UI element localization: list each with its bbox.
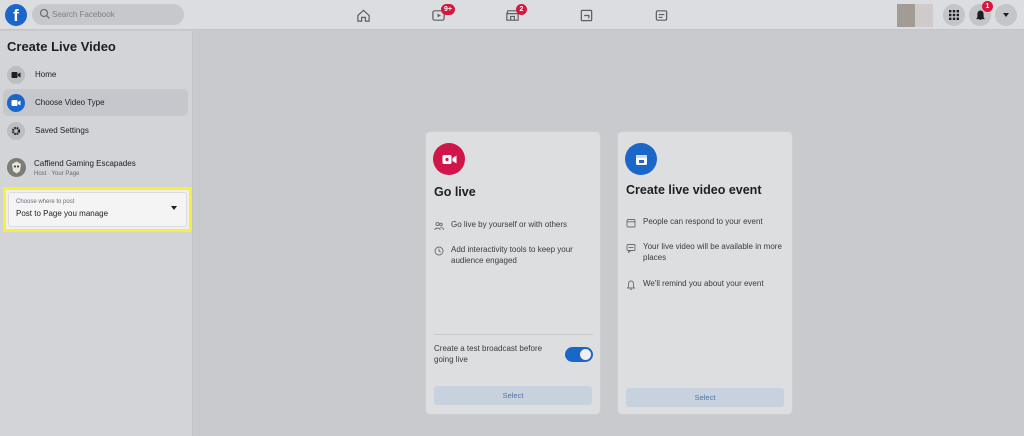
watch-badge: 9+ [441, 4, 455, 15]
go-live-card: Go live Go live by yourself or with othe… [425, 131, 601, 415]
sidebar-item-choose-video-type[interactable]: Choose Video Type [3, 89, 188, 116]
calendar-icon [625, 143, 657, 175]
caret-down-icon [171, 206, 177, 210]
test-broadcast-label: Create a test broadcast before going liv… [434, 344, 543, 364]
gaming-icon [655, 9, 667, 21]
profile-avatar[interactable] [897, 4, 933, 27]
post-destination-highlight: Choose where to post Post to Page you ma… [3, 187, 192, 232]
go-live-title: Go live [434, 185, 476, 199]
page-title: Create Live Video [7, 39, 116, 54]
feature-text: We'll remind you about your event [643, 279, 764, 288]
feature-text: Your live video will be available in mor… [643, 242, 782, 262]
notifications-button[interactable]: 1 [969, 1, 993, 26]
account-button[interactable] [995, 4, 1017, 26]
home-icon [356, 9, 370, 22]
sidebar-item-label: Saved Settings [35, 126, 89, 135]
select-label: Choose where to post [16, 199, 75, 205]
nav-gaming[interactable] [631, 0, 691, 30]
live-event-title: Create live video event [626, 183, 762, 197]
feature-text: People can respond to your event [643, 217, 763, 226]
sidebar-item-home[interactable]: Home [3, 61, 188, 88]
search-icon [39, 8, 50, 19]
test-broadcast-toggle[interactable] [565, 347, 593, 362]
sidebar-item-label: Home [35, 70, 57, 79]
nav-marketplace[interactable]: 2 [482, 0, 542, 30]
feature-item: We'll remind you about your event [626, 279, 786, 290]
page-avatar [7, 158, 26, 177]
live-event-select-button[interactable]: Select [626, 388, 784, 407]
search-input[interactable] [52, 6, 178, 23]
feature-item: People can respond to your event [626, 217, 786, 228]
post-destination-select[interactable]: Choose where to post Post to Page you ma… [8, 192, 187, 227]
calendar-outline-icon [626, 219, 636, 228]
video-camera-icon [7, 93, 25, 112]
page-name: Caffiend Gaming Escapades [34, 159, 136, 168]
feature-text: Add interactivity tools to keep your aud… [451, 245, 573, 265]
feature-item: Go live by yourself or with others [434, 220, 594, 231]
caret-down-icon [1003, 13, 1009, 17]
marketplace-badge: 2 [516, 4, 527, 15]
go-live-select-button[interactable]: Select [434, 386, 592, 405]
notifications-badge: 1 [982, 1, 993, 12]
selected-page[interactable]: Caffiend Gaming Escapades Host · Your Pa… [7, 157, 187, 181]
nav-home[interactable] [333, 0, 393, 30]
page-role: Host · Your Page [34, 171, 80, 177]
groups-icon [580, 9, 592, 21]
feature-item: Add interactivity tools to keep your aud… [434, 245, 594, 266]
feature-text: Go live by yourself or with others [451, 220, 568, 229]
sidebar: Create Live Video Home Choose Video Type… [0, 31, 193, 436]
bell-outline-icon [626, 280, 636, 290]
feature-item: Your live video will be available in mor… [626, 242, 786, 263]
divider [434, 334, 593, 335]
search-box[interactable] [32, 4, 184, 25]
top-navigation-bar: f 9+ 2 1 [0, 0, 1024, 30]
live-video-icon [433, 143, 465, 175]
feed-icon [626, 244, 636, 253]
select-value: Post to Page you manage [16, 209, 109, 218]
grid-menu-icon [949, 10, 959, 20]
video-camera-icon [7, 65, 25, 84]
sidebar-item-saved-settings[interactable]: Saved Settings [3, 117, 188, 144]
live-event-card: Create live video event People can respo… [617, 131, 793, 415]
nav-watch[interactable]: 9+ [408, 0, 468, 30]
clock-icon [434, 246, 444, 256]
sidebar-item-label: Choose Video Type [35, 98, 105, 107]
people-icon [434, 221, 444, 231]
toggle-knob [580, 349, 591, 360]
menu-button[interactable] [943, 4, 965, 26]
nav-groups[interactable] [556, 0, 616, 30]
facebook-logo[interactable]: f [5, 4, 27, 26]
gear-icon [7, 121, 25, 140]
